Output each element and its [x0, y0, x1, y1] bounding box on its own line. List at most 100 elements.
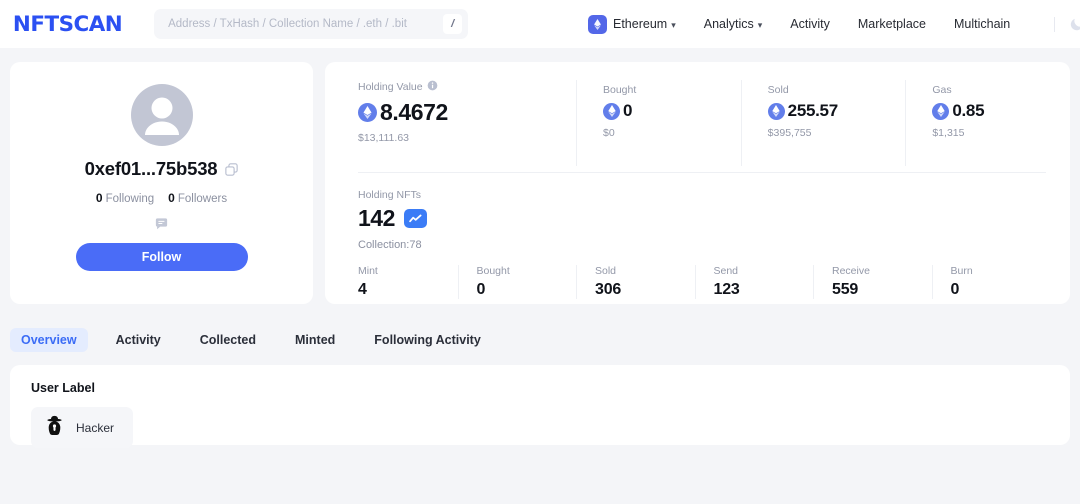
stats-top-row: Holding Value 8.4672 $13,111.63 Bought 0…	[325, 80, 1070, 166]
holding-nfts-value-row: 142	[358, 205, 1070, 232]
holding-nfts-section: Holding NFTs 142 Collection:78	[325, 173, 1070, 251]
stats-card: Holding Value 8.4672 $13,111.63 Bought 0…	[325, 62, 1070, 304]
main-navigation: Ethereum ▾ Analytics ▾ Activity Marketpl…	[588, 14, 1080, 34]
gas-amount: 0.85	[932, 101, 1070, 121]
avatar	[130, 84, 193, 146]
sold-count-value: 306	[595, 281, 622, 298]
chain-label: Ethereum ▾	[613, 17, 676, 31]
search-input[interactable]	[168, 18, 444, 30]
info-icon[interactable]	[427, 80, 438, 94]
tab-activity[interactable]: Activity	[105, 328, 172, 352]
chain-name: Ethereum	[613, 17, 668, 31]
sold-number: 255.57	[787, 101, 839, 120]
following-label: Following	[105, 193, 155, 205]
user-label-badge-text: Hacker	[76, 420, 115, 435]
holding-nfts-count: 142	[358, 205, 395, 231]
followers-stat[interactable]: 0 Followers	[168, 191, 227, 205]
mint-label: Mint	[358, 265, 378, 277]
search-bar[interactable]: /	[154, 9, 469, 39]
gas-number: 0.85	[952, 101, 985, 120]
following-stat[interactable]: 0 Following	[96, 191, 154, 205]
holding-value-label: Holding Value	[358, 81, 423, 93]
chat-bubble-icon[interactable]	[154, 217, 169, 232]
holding-value-amount: 8.4672	[358, 99, 576, 126]
nav-item-analytics[interactable]: Analytics ▾	[704, 17, 763, 31]
user-label-card: User Label Hacker	[10, 365, 1070, 448]
bought-count-value: 0	[476, 281, 486, 298]
ethereum-icon	[767, 102, 785, 120]
activity-stats-row: Mint 4 Bought 0 Sold 306 Send 123 Receiv…	[325, 265, 1070, 299]
nav-divider	[1054, 16, 1056, 32]
stat-burn: Burn 0	[931, 265, 1051, 299]
chevron-down-icon: ▾	[757, 19, 763, 30]
followers-count: 0	[168, 191, 175, 205]
nftscan-logo[interactable]: NFTSCAN	[13, 13, 123, 35]
stat-send: Send 123	[694, 265, 814, 299]
nav-item-marketplace[interactable]: Marketplace	[858, 17, 926, 31]
nav-item-multichain[interactable]: Multichain	[954, 17, 1010, 31]
profile-card: 0xef01...75b538 0 Following 0 Followers	[10, 62, 313, 304]
receive-label: Receive	[832, 265, 870, 277]
tab-collected[interactable]: Collected	[189, 328, 267, 352]
nav-label-analytics: Analytics	[703, 17, 754, 31]
send-label: Send	[713, 265, 739, 277]
stat-sold-count: Sold 306	[576, 265, 695, 299]
hacker-spy-icon	[46, 415, 63, 440]
follow-button[interactable]: Follow	[75, 243, 248, 271]
follow-stats: 0 Following 0 Followers	[96, 191, 227, 205]
collection-count: Collection:78	[358, 239, 422, 251]
stat-gas: Gas 0.85 $1,315	[905, 80, 1070, 166]
stat-bought-count: Bought 0	[457, 265, 577, 299]
search-shortcut-key: /	[443, 14, 463, 34]
tab-minted[interactable]: Minted	[284, 328, 346, 352]
bought-amount: 0	[603, 101, 741, 121]
tab-following-activity[interactable]: Following Activity	[363, 328, 491, 352]
stat-holding-value: Holding Value 8.4672 $13,111.63	[325, 80, 577, 166]
stat-bought: Bought 0 $0	[577, 80, 741, 166]
ethereum-icon	[588, 14, 607, 34]
ethereum-icon	[932, 102, 950, 120]
following-count: 0	[95, 191, 103, 205]
holding-value-usd: $13,111.63	[358, 132, 409, 144]
bought-label: Bought	[603, 84, 637, 96]
chevron-down-icon: ▾	[671, 19, 676, 30]
trend-chart-icon[interactable]	[403, 209, 427, 228]
holding-nfts-label: Holding NFTs	[358, 189, 422, 201]
app-header: NFTSCAN / Ethereum ▾ Analytics ▾ Activit…	[0, 0, 1080, 48]
stat-mint: Mint 4	[358, 265, 458, 299]
main-content: 0xef01...75b538 0 Following 0 Followers	[0, 48, 1080, 448]
burn-value: 0	[950, 281, 960, 298]
profile-tabs: Overview Activity Collected Minted Follo…	[10, 328, 1070, 352]
summary-stats-group: Bought 0 $0 Sold 255.57 $395,755 Gas 0.8…	[577, 80, 1070, 166]
receive-value: 559	[832, 281, 859, 298]
sold-label: Sold	[767, 84, 789, 96]
profile-summary-row: 0xef01...75b538 0 Following 0 Followers	[10, 62, 1070, 304]
stat-receive: Receive 559	[813, 265, 932, 299]
nav-item-activity[interactable]: Activity	[790, 17, 830, 31]
wallet-address: 0xef01...75b538	[84, 158, 218, 179]
stat-sold: Sold 255.57 $395,755	[740, 80, 906, 166]
bought-usd: $0	[603, 127, 615, 139]
tab-overview[interactable]: Overview	[10, 328, 88, 352]
burn-label: Burn	[950, 265, 973, 277]
address-row: 0xef01...75b538	[85, 158, 239, 180]
sold-usd: $395,755	[767, 127, 812, 139]
send-value: 123	[713, 281, 740, 298]
bought-count-label: Bought	[476, 265, 510, 277]
sold-count-label: Sold	[595, 265, 617, 277]
user-label-title: User Label	[31, 381, 95, 395]
chain-selector-ethereum[interactable]: Ethereum ▾	[588, 14, 676, 34]
ethereum-icon	[603, 102, 620, 120]
user-label-badge-hacker[interactable]: Hacker	[31, 407, 134, 448]
holding-value-number: 8.4672	[380, 99, 448, 125]
ethereum-icon	[358, 103, 377, 122]
copy-icon[interactable]	[225, 162, 239, 176]
sold-amount: 255.57	[767, 101, 906, 121]
gas-label: Gas	[932, 84, 952, 96]
bought-number: 0	[623, 101, 633, 120]
mint-value: 4	[358, 281, 367, 298]
holding-value-label-row: Holding Value	[358, 80, 576, 94]
followers-label: Followers	[177, 193, 228, 205]
moon-icon[interactable]	[1069, 16, 1080, 32]
gas-usd: $1,315	[932, 127, 965, 139]
